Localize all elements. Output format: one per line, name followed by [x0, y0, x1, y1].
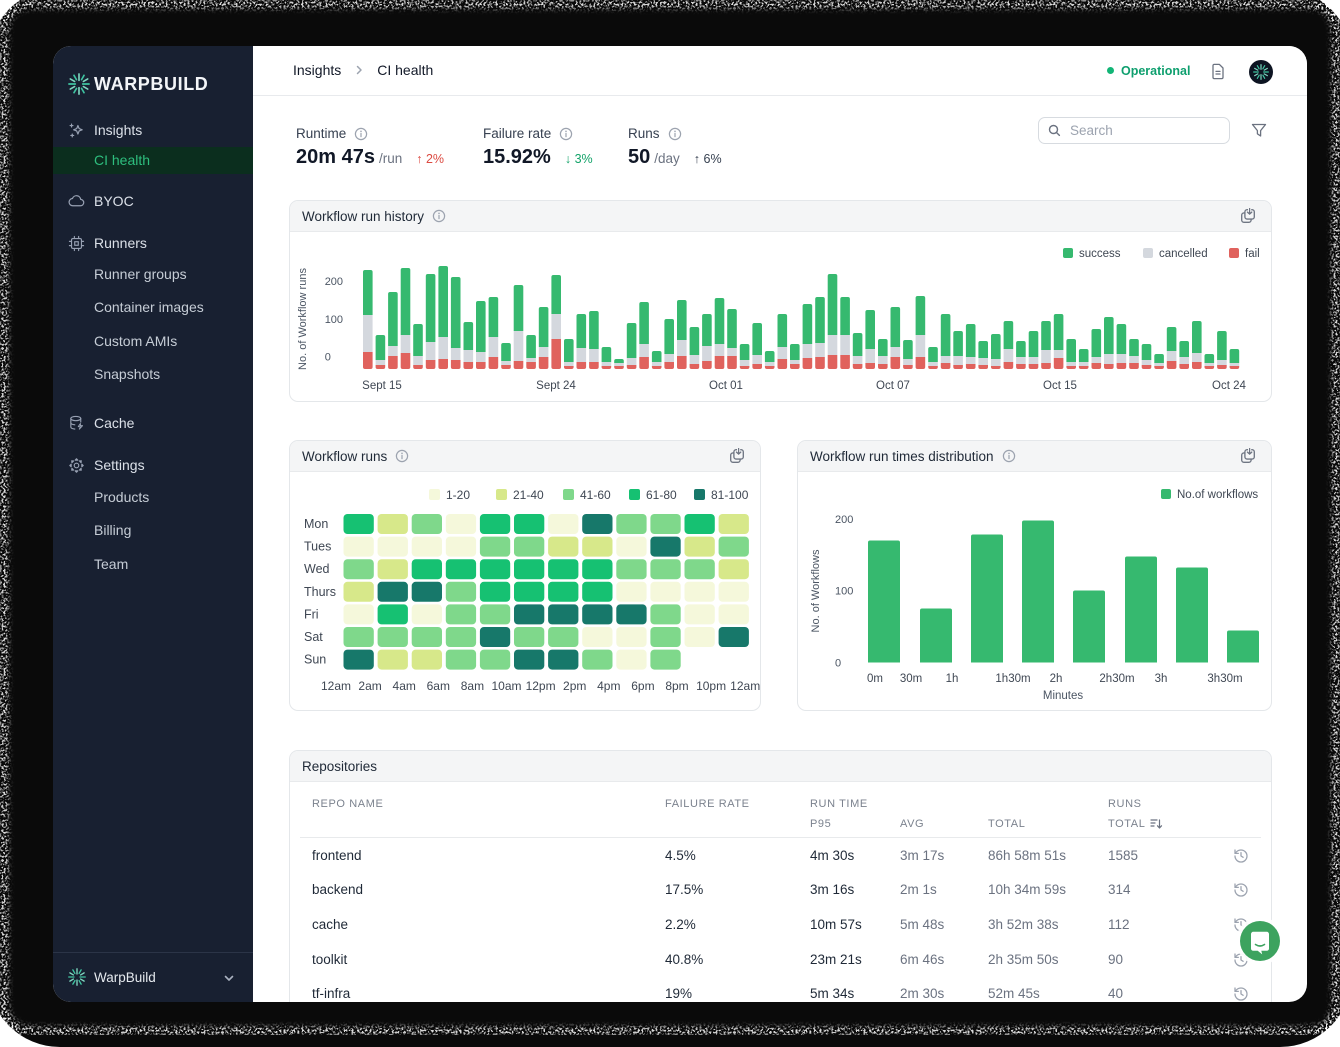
- svg-text:Sun: Sun: [304, 653, 326, 667]
- svg-text:100: 100: [325, 314, 343, 326]
- svg-text:Wed: Wed: [304, 562, 330, 576]
- svg-text:Sept 15: Sept 15: [362, 380, 402, 392]
- svg-text:Minutes: Minutes: [1043, 690, 1084, 702]
- svg-text:No. of Workflows: No. of Workflows: [810, 549, 822, 632]
- svg-text:0: 0: [325, 352, 331, 364]
- svg-text:8pm: 8pm: [665, 679, 688, 693]
- svg-text:6am: 6am: [427, 679, 450, 693]
- svg-text:Mon: Mon: [304, 517, 328, 531]
- svg-text:cancelled: cancelled: [1159, 248, 1208, 260]
- svg-text:21-40: 21-40: [513, 488, 544, 502]
- svg-text:61-80: 61-80: [646, 488, 677, 502]
- svg-text:1h: 1h: [946, 673, 959, 685]
- svg-text:200: 200: [325, 276, 343, 288]
- svg-text:success: success: [1079, 248, 1121, 260]
- svg-text:10pm: 10pm: [696, 679, 726, 693]
- svg-text:Sat: Sat: [304, 630, 323, 644]
- svg-text:3h30m: 3h30m: [1207, 673, 1242, 685]
- svg-text:2h: 2h: [1050, 673, 1063, 685]
- svg-text:100: 100: [835, 586, 853, 598]
- svg-text:Sept 24: Sept 24: [536, 380, 576, 392]
- svg-text:0: 0: [835, 658, 841, 670]
- svg-text:12am: 12am: [321, 679, 351, 693]
- svg-text:No. of Workflow runs: No. of Workflow runs: [297, 268, 309, 370]
- svg-text:2h30m: 2h30m: [1099, 673, 1134, 685]
- svg-text:30m: 30m: [900, 673, 922, 685]
- svg-text:1-20: 1-20: [446, 488, 470, 502]
- svg-text:Fri: Fri: [304, 607, 319, 621]
- svg-text:8am: 8am: [461, 679, 484, 693]
- svg-text:3h: 3h: [1155, 673, 1168, 685]
- svg-text:81-100: 81-100: [711, 488, 749, 502]
- svg-text:fail: fail: [1245, 248, 1260, 260]
- svg-text:6pm: 6pm: [631, 679, 654, 693]
- svg-text:12pm: 12pm: [526, 679, 556, 693]
- svg-text:10am: 10am: [491, 679, 521, 693]
- svg-text:Oct 07: Oct 07: [876, 380, 910, 392]
- svg-text:4pm: 4pm: [597, 679, 620, 693]
- svg-text:4am: 4am: [393, 679, 416, 693]
- svg-text:Oct 24: Oct 24: [1212, 380, 1246, 392]
- svg-text:41-60: 41-60: [580, 488, 611, 502]
- svg-text:Thurs: Thurs: [304, 585, 336, 599]
- svg-text:2pm: 2pm: [563, 679, 586, 693]
- svg-text:0m: 0m: [867, 673, 883, 685]
- svg-text:Oct 01: Oct 01: [709, 380, 743, 392]
- svg-text:Oct 15: Oct 15: [1043, 380, 1077, 392]
- svg-text:Tues: Tues: [304, 540, 331, 554]
- svg-text:2am: 2am: [358, 679, 381, 693]
- svg-text:1h30m: 1h30m: [995, 673, 1030, 685]
- svg-text:No.of workflows: No.of workflows: [1177, 489, 1258, 501]
- svg-text:12am: 12am: [730, 679, 760, 693]
- svg-text:200: 200: [835, 514, 853, 526]
